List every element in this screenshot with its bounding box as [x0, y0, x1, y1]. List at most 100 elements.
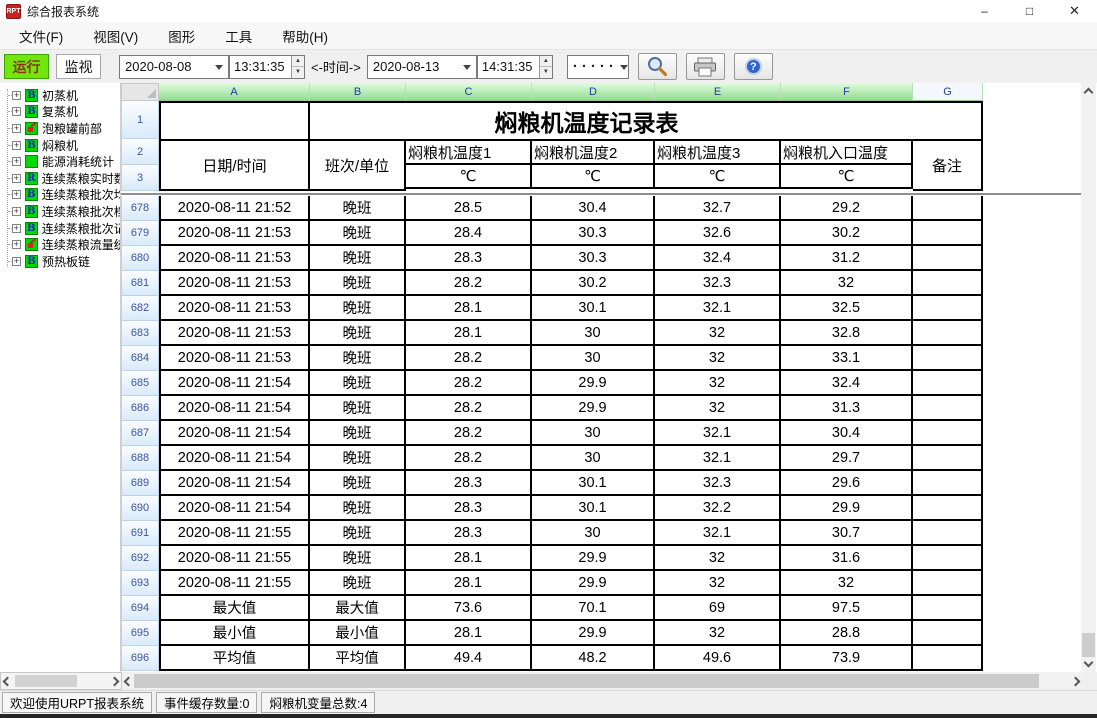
header-inlet-cell[interactable]: 焖粮机入口温度	[781, 139, 913, 165]
cell-remark[interactable]	[913, 521, 983, 546]
header-remark-cell[interactable]: 备注	[913, 139, 983, 191]
vertical-scrollbar[interactable]	[1081, 83, 1096, 672]
cell-shift[interactable]: 晚班	[310, 546, 406, 571]
cell-remark[interactable]	[913, 321, 983, 346]
cell-inlet[interactable]: 29.6	[781, 471, 913, 496]
chevron-left-icon[interactable]	[3, 676, 13, 686]
tree-item[interactable]: + B 连续蒸粮批次档	[0, 203, 120, 220]
column-header[interactable]: B	[310, 83, 406, 101]
cell-remark[interactable]	[913, 571, 983, 596]
cell-inlet[interactable]: 29.7	[781, 446, 913, 471]
cell-temp1[interactable]: 28.1	[406, 296, 532, 321]
row-number[interactable]: 694	[121, 596, 159, 621]
cell-inlet[interactable]: 33.1	[781, 346, 913, 371]
vertical-scroll-thumb[interactable]	[1082, 633, 1095, 657]
cell-shift[interactable]: 晚班	[310, 446, 406, 471]
cell-datetime[interactable]: 2020-08-11 21:54	[159, 396, 310, 421]
column-header[interactable]: C	[406, 83, 532, 101]
cell-temp2[interactable]: 30	[532, 421, 655, 446]
cell-shift[interactable]: 最小值	[310, 621, 406, 646]
cell-temp2[interactable]: 30.2	[532, 271, 655, 296]
cell-temp3[interactable]: 32.1	[655, 446, 781, 471]
spin-down-icon[interactable]: ▼	[540, 67, 552, 78]
cell-inlet[interactable]: 31.2	[781, 246, 913, 271]
cell-temp3[interactable]: 32.1	[655, 521, 781, 546]
tree-expand-icon[interactable]: +	[12, 190, 21, 199]
line-style-combobox[interactable]: ·····	[567, 55, 629, 79]
cell-remark[interactable]	[913, 396, 983, 421]
chevron-right-icon[interactable]	[110, 676, 120, 686]
cell-temp3[interactable]: 32	[655, 546, 781, 571]
tree-expand-icon[interactable]: +	[12, 124, 21, 133]
row-number[interactable]: 2	[121, 139, 159, 165]
chevron-right-icon[interactable]	[1071, 676, 1081, 686]
cell-remark[interactable]	[913, 546, 983, 571]
cell-datetime[interactable]: 2020-08-11 21:53	[159, 346, 310, 371]
cell-temp1[interactable]: 73.6	[406, 596, 532, 621]
cell-inlet[interactable]: 28.8	[781, 621, 913, 646]
cell-datetime[interactable]: 最大值	[159, 596, 310, 621]
cell-inlet[interactable]: 30.7	[781, 521, 913, 546]
cell-shift[interactable]: 晚班	[310, 571, 406, 596]
cell-temp2[interactable]: 29.9	[532, 546, 655, 571]
cell-remark[interactable]	[913, 496, 983, 521]
spin-up-icon[interactable]: ▲	[292, 56, 304, 68]
cell-temp3[interactable]: 32.1	[655, 421, 781, 446]
cell-temp2[interactable]: 30	[532, 521, 655, 546]
cell-remark[interactable]	[913, 346, 983, 371]
row-number[interactable]: 688	[121, 446, 159, 471]
cell-temp2[interactable]: 30.4	[532, 196, 655, 221]
sidebar-scroll-thumb[interactable]	[15, 675, 77, 687]
cell-temp1[interactable]: 28.3	[406, 521, 532, 546]
row-number[interactable]: 678	[121, 196, 159, 221]
row-number[interactable]: 686	[121, 396, 159, 421]
cell-datetime[interactable]: 2020-08-11 21:54	[159, 446, 310, 471]
end-time-spinner[interactable]: 14:31:35 ▲ ▼	[477, 55, 553, 79]
cell-a1-empty[interactable]	[159, 101, 310, 139]
help-button[interactable]: ?	[734, 53, 773, 80]
cell-datetime[interactable]: 2020-08-11 21:54	[159, 421, 310, 446]
menu-item[interactable]: 帮助(H)	[267, 22, 343, 49]
print-button[interactable]	[686, 53, 725, 80]
unit-cell[interactable]: ℃	[532, 165, 655, 189]
unit-cell[interactable]: ℃	[781, 165, 913, 189]
minimize-button[interactable]: –	[962, 0, 1007, 22]
cell-temp2[interactable]: 30.1	[532, 296, 655, 321]
cell-temp2[interactable]: 30.1	[532, 471, 655, 496]
cell-temp1[interactable]: 28.2	[406, 371, 532, 396]
menu-item[interactable]: 图形	[153, 22, 210, 49]
cell-datetime[interactable]: 2020-08-11 21:53	[159, 321, 310, 346]
row-number[interactable]: 689	[121, 471, 159, 496]
menu-item[interactable]: 工具	[210, 22, 267, 49]
cell-datetime[interactable]: 2020-08-11 21:54	[159, 496, 310, 521]
chevron-left-icon[interactable]	[124, 676, 134, 686]
cell-shift[interactable]: 晚班	[310, 246, 406, 271]
header-shift-cell[interactable]: 班次/单位	[310, 139, 406, 191]
cell-shift[interactable]: 晚班	[310, 346, 406, 371]
tree-item[interactable]: + B 预热板链	[0, 253, 120, 270]
run-button[interactable]: 运行	[4, 54, 49, 79]
cell-datetime[interactable]: 2020-08-11 21:54	[159, 471, 310, 496]
menu-item[interactable]: 文件(F)	[4, 22, 78, 49]
row-number[interactable]: 1	[121, 101, 159, 139]
tree-item[interactable]: + 连续蒸粮流量统	[0, 236, 120, 253]
cell-datetime[interactable]: 2020-08-11 21:55	[159, 571, 310, 596]
start-date-combobox[interactable]: 2020-08-08	[119, 55, 229, 79]
header-temp3-cell[interactable]: 焖粮机温度3	[655, 139, 781, 165]
cell-datetime[interactable]: 2020-08-11 21:52	[159, 196, 310, 221]
row-number[interactable]: 681	[121, 271, 159, 296]
header-datetime-cell[interactable]: 日期/时间	[159, 139, 310, 191]
cell-datetime[interactable]: 2020-08-11 21:53	[159, 296, 310, 321]
cell-temp3[interactable]: 32.1	[655, 296, 781, 321]
start-time-spinner[interactable]: 13:31:35 ▲ ▼	[229, 55, 305, 79]
cell-temp1[interactable]: 28.2	[406, 271, 532, 296]
cell-temp1[interactable]: 28.2	[406, 396, 532, 421]
cell-shift[interactable]: 晚班	[310, 396, 406, 421]
cell-remark[interactable]	[913, 596, 983, 621]
cell-shift[interactable]: 晚班	[310, 496, 406, 521]
cell-temp1[interactable]: 28.1	[406, 546, 532, 571]
sidebar-horizontal-scrollbar[interactable]	[0, 672, 122, 690]
row-number[interactable]: 692	[121, 546, 159, 571]
cell-remark[interactable]	[913, 421, 983, 446]
tree-item[interactable]: + 能源消耗统计	[0, 153, 120, 170]
